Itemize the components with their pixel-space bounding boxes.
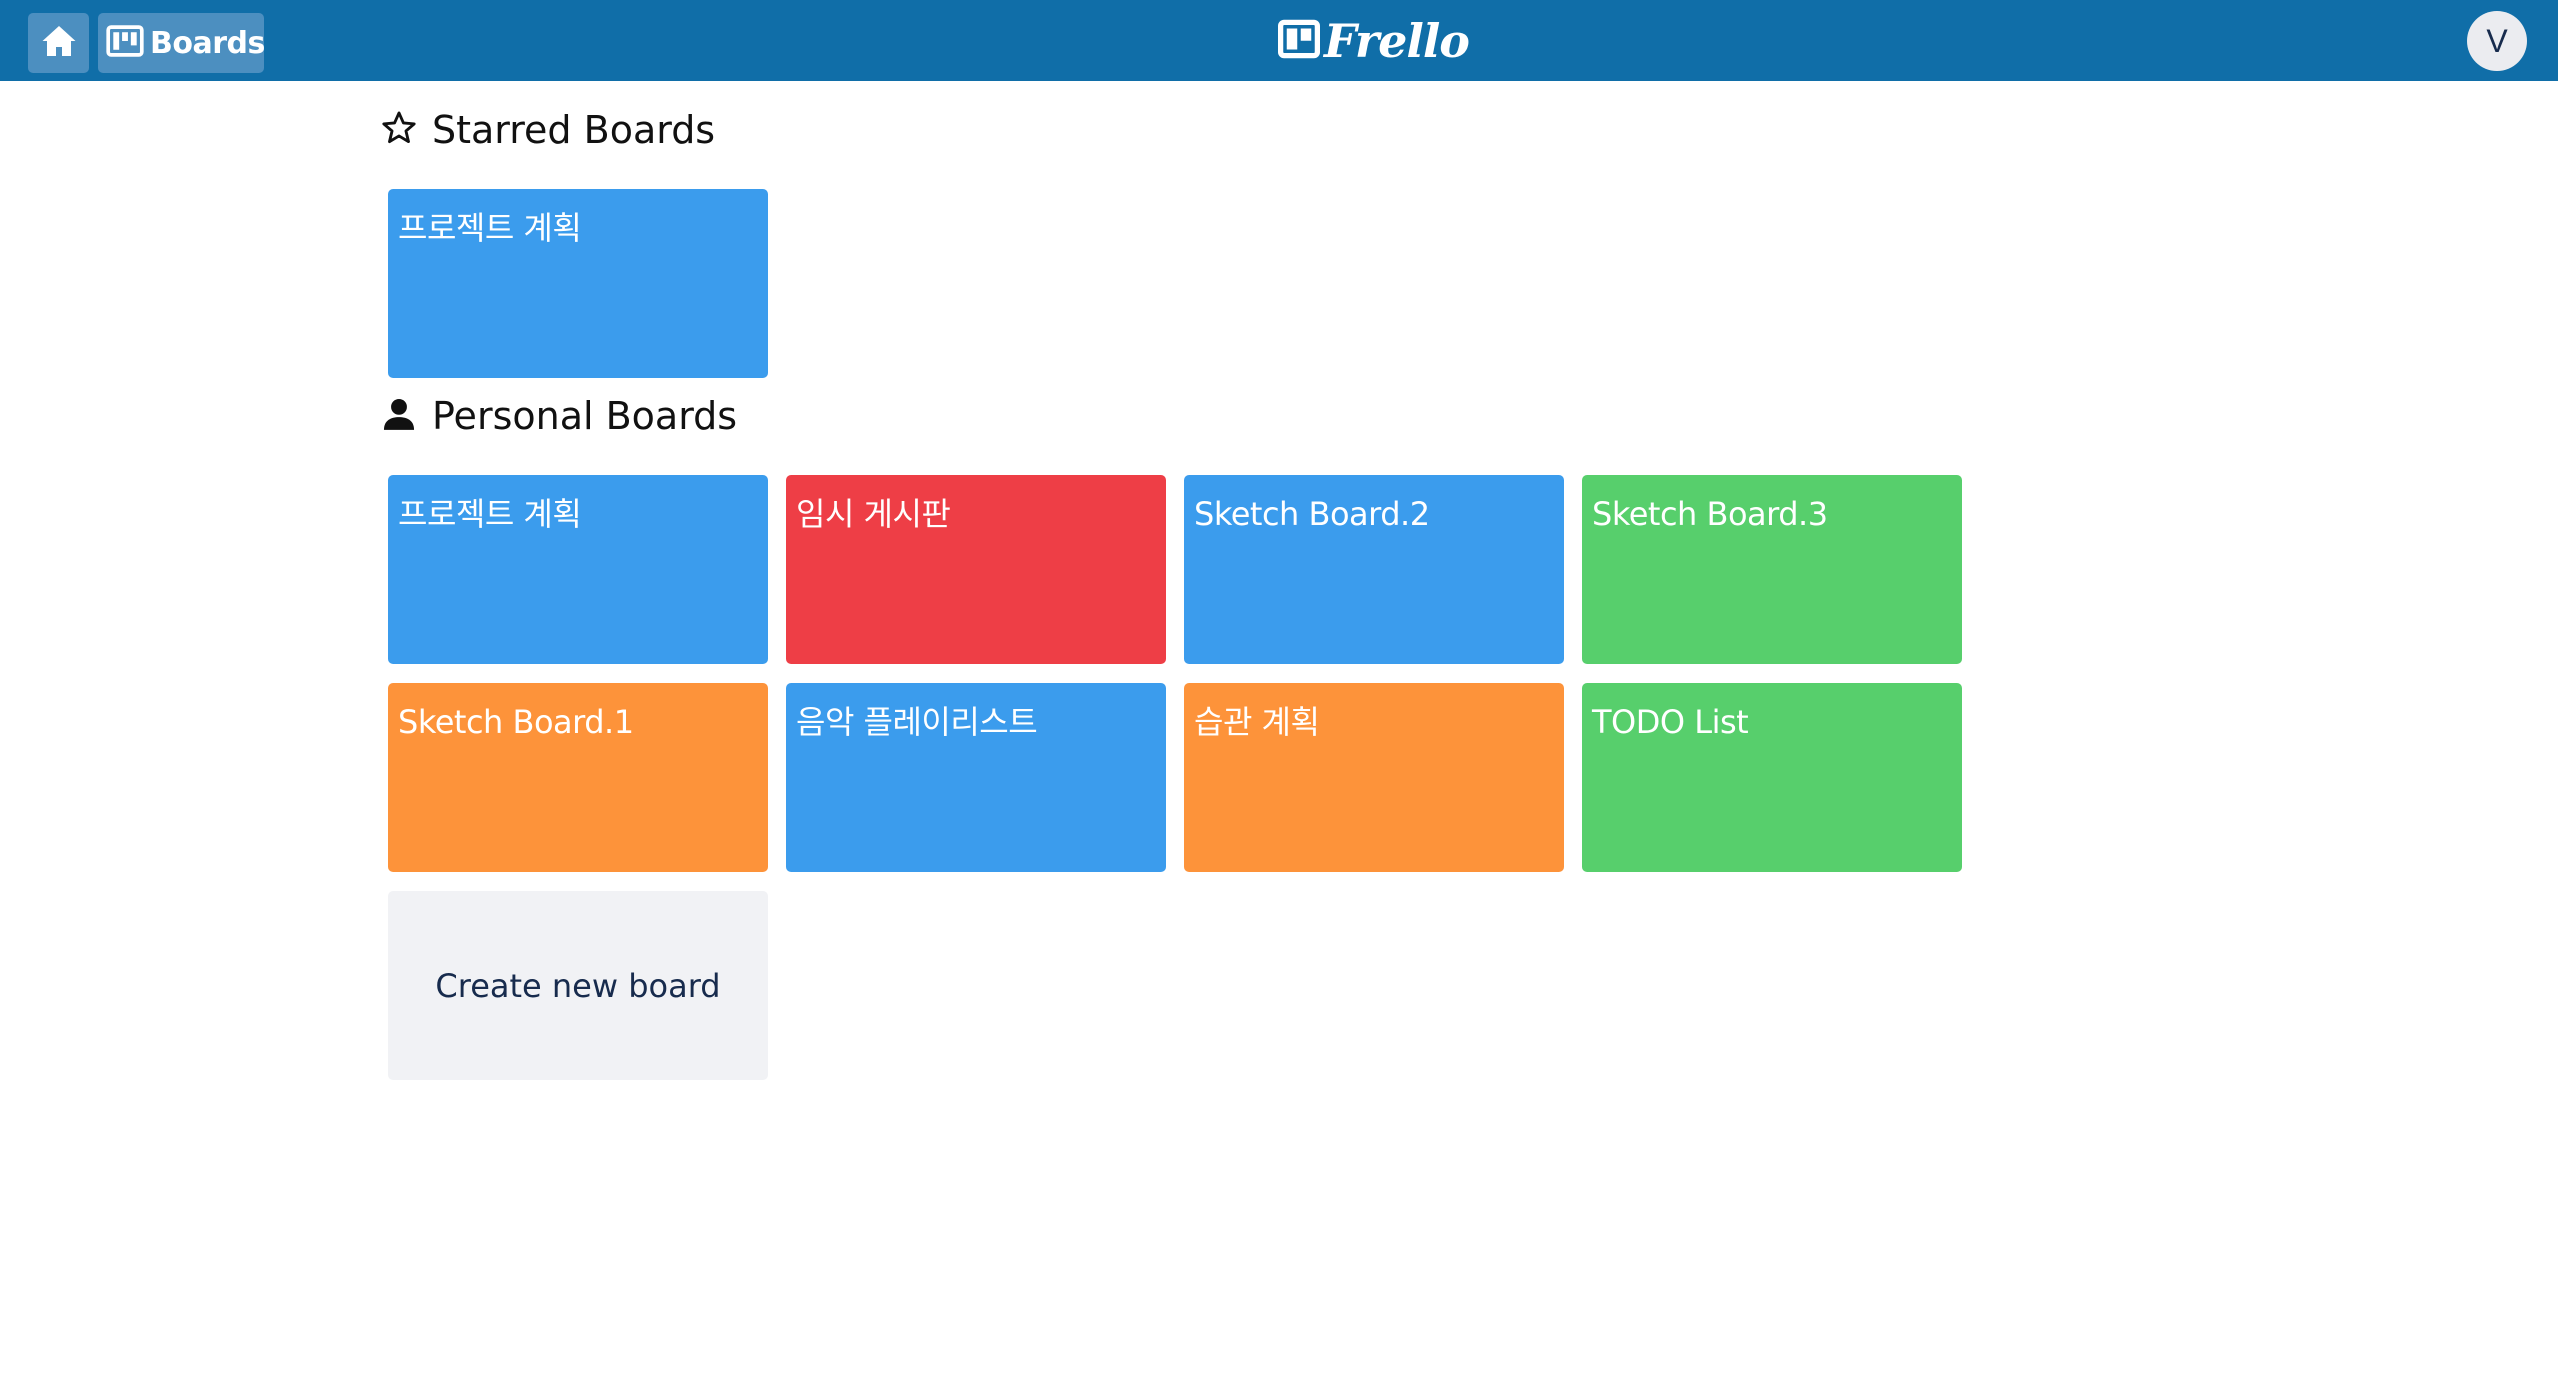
personal-boards-heading: Personal Boards (380, 391, 737, 441)
board-tile[interactable]: 임시 게시판 (786, 475, 1166, 664)
board-tile[interactable]: Sketch Board.3 (1582, 475, 1962, 664)
starred-boards-title: Starred Boards (432, 108, 716, 152)
board-tile[interactable]: Sketch Board.1 (388, 683, 768, 872)
board-tile[interactable]: TODO List (1582, 683, 1962, 872)
home-button[interactable] (28, 13, 89, 73)
board-tile[interactable]: 음악 플레이리스트 (786, 683, 1166, 872)
board-name: 프로젝트 계획 (398, 495, 582, 533)
boards-icon (106, 24, 144, 62)
home-icon (41, 24, 77, 62)
board-tile[interactable]: 습관 계획 (1184, 683, 1564, 872)
boards-button-label: Boards (150, 25, 265, 61)
board-name: Sketch Board.3 (1592, 495, 1828, 533)
starred-board-tile[interactable]: 프로젝트 계획 (388, 189, 768, 378)
board-name: 프로젝트 계획 (398, 209, 582, 247)
personal-boards-title: Personal Boards (432, 394, 738, 438)
board-tile[interactable]: Sketch Board.2 (1184, 475, 1564, 664)
boards-button[interactable]: Boards (98, 13, 265, 73)
starred-boards-heading: Starred Boards (380, 105, 715, 155)
create-new-board-label: Create new board (435, 966, 721, 1005)
avatar[interactable]: V (2467, 11, 2527, 71)
board-name: 음악 플레이리스트 (796, 703, 1038, 741)
board-name: 임시 게시판 (796, 495, 951, 533)
board-name: 습관 계획 (1194, 703, 1320, 741)
trello-board-icon (1278, 19, 1320, 63)
create-new-board-button[interactable]: Create new board (388, 891, 768, 1080)
board-name: Sketch Board.2 (1194, 495, 1430, 533)
logo-text: Frello (1324, 14, 1470, 68)
board-name: Sketch Board.1 (398, 703, 634, 741)
frello-logo[interactable]: Frello (1278, 12, 1470, 70)
board-tile[interactable]: 프로젝트 계획 (388, 475, 768, 664)
board-name: TODO List (1592, 703, 1749, 741)
star-outline-icon (380, 109, 418, 151)
person-icon (380, 395, 418, 437)
top-navigation-bar: Boards Frello V (0, 0, 2558, 81)
